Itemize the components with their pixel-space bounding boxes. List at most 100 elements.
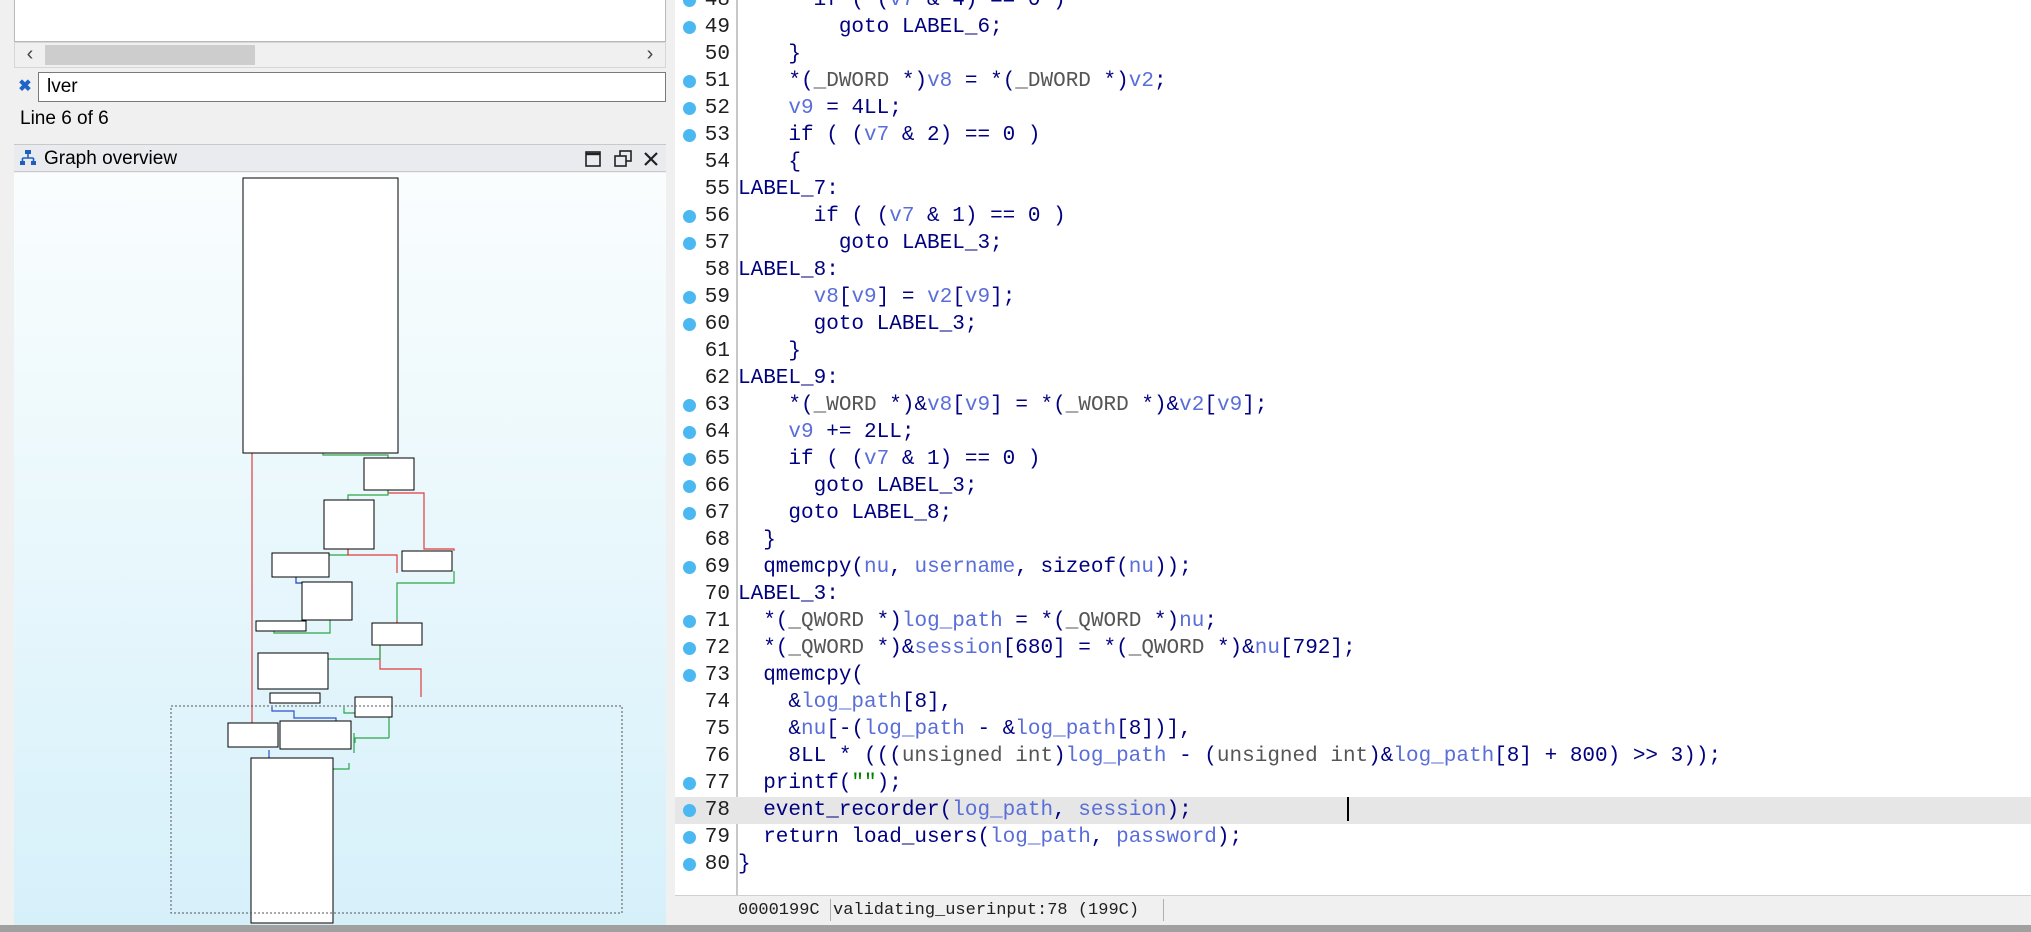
breakpoint-dot-icon[interactable] [683,669,696,682]
code-line[interactable]: 69 qmemcpy(nu, username, sizeof(nu)); [675,554,2031,581]
code-text[interactable]: { [738,149,801,176]
restore-icon[interactable] [612,148,634,170]
code-text[interactable]: } [738,41,801,68]
breakpoint-dot-icon[interactable] [683,777,696,790]
graph-node[interactable] [271,552,330,578]
code-line[interactable]: 77 printf(""); [675,770,2031,797]
code-line[interactable]: 60 goto LABEL_3; [675,311,2031,338]
graph-node[interactable] [401,550,453,572]
graph-node[interactable] [242,177,399,454]
code-text[interactable]: goto LABEL_3; [738,230,1003,257]
code-text[interactable]: &nu[-(log_path - &log_path[8])], [738,716,1191,743]
graph-node[interactable] [227,722,279,748]
code-line[interactable]: 68 } [675,527,2031,554]
code-line[interactable]: 78 event_recorder(log_path, session); [675,797,2031,824]
breakpoint-dot-icon[interactable] [683,615,696,628]
breakpoint-dot-icon[interactable] [683,0,696,7]
code-text[interactable]: } [738,851,751,878]
code-text[interactable]: goto LABEL_3; [738,311,978,338]
code-line[interactable]: 71 *(_QWORD *)log_path = *(_QWORD *)nu; [675,608,2031,635]
scroll-left-arrow-icon[interactable]: ‹ [15,43,45,67]
code-line[interactable]: 74 &log_path[8], [675,689,2031,716]
code-line[interactable]: 53 if ( (v7 & 2) == 0 ) [675,122,2031,149]
code-line[interactable]: 55 LABEL_7: [675,176,2031,203]
breakpoint-dot-icon[interactable] [683,318,696,331]
code-text[interactable]: *(_DWORD *)v8 = *(_DWORD *)v2; [738,68,1166,95]
breakpoint-dot-icon[interactable] [683,75,696,88]
code-text[interactable]: return load_users(log_path, password); [738,824,1242,851]
code-text[interactable]: } [738,338,801,365]
code-text[interactable]: LABEL_3: [738,581,839,608]
code-line[interactable]: 73 qmemcpy( [675,662,2031,689]
code-text[interactable]: if ( (v7 & 4) == 0 ) [738,0,1066,14]
pseudocode-view[interactable]: 48 if ( (v7 & 4) == 0 ) 49 goto LABEL_6; 5… [675,0,2031,895]
code-text[interactable]: goto LABEL_8; [738,500,952,527]
code-text[interactable]: } [738,527,776,554]
code-line[interactable]: 64 v9 += 2LL; [675,419,2031,446]
code-line[interactable]: 49 goto LABEL_6; [675,14,2031,41]
code-text[interactable]: if ( (v7 & 2) == 0 ) [738,122,1040,149]
graph-overview-canvas[interactable] [14,173,666,925]
graph-node[interactable] [363,457,415,491]
breakpoint-dot-icon[interactable] [683,480,696,493]
graph-node[interactable] [301,581,353,621]
breakpoint-dot-icon[interactable] [683,831,696,844]
function-list[interactable] [14,0,666,42]
code-text[interactable]: v9 = 4LL; [738,95,901,122]
code-text[interactable]: event_recorder(log_path, session); [738,797,1192,824]
breakpoint-dot-icon[interactable] [683,210,696,223]
code-text[interactable]: LABEL_8: [738,257,839,284]
maximize-icon[interactable] [582,148,604,170]
code-line[interactable]: 59 v8[v9] = v2[v9]; [675,284,2031,311]
breakpoint-dot-icon[interactable] [683,399,696,412]
code-text[interactable]: 8LL * (((unsigned int)log_path - (unsign… [738,743,1721,770]
code-line[interactable]: 75 &nu[-(log_path - &log_path[8])], [675,716,2031,743]
code-line[interactable]: 62 LABEL_9: [675,365,2031,392]
code-line[interactable]: 79 return load_users(log_path, password)… [675,824,2031,851]
code-line[interactable]: 67 goto LABEL_8; [675,500,2031,527]
code-text[interactable]: goto LABEL_6; [738,14,1003,41]
code-line[interactable]: 66 goto LABEL_3; [675,473,2031,500]
code-text[interactable]: v8[v9] = v2[v9]; [738,284,1016,311]
code-line[interactable]: 70 LABEL_3: [675,581,2031,608]
code-line[interactable]: 51 *(_DWORD *)v8 = *(_DWORD *)v2; [675,68,2031,95]
code-text[interactable]: printf(""); [738,770,902,797]
code-text[interactable]: v9 += 2LL; [738,419,914,446]
graph-node[interactable] [354,696,393,718]
breakpoint-dot-icon[interactable] [683,804,696,817]
code-text[interactable]: *(_QWORD *)&session[680] = *(_QWORD *)&n… [738,635,1355,662]
code-text[interactable]: qmemcpy(nu, username, sizeof(nu)); [738,554,1192,581]
breakpoint-dot-icon[interactable] [683,507,696,520]
breakpoint-dot-icon[interactable] [683,561,696,574]
filter-input[interactable] [38,72,666,102]
breakpoint-dot-icon[interactable] [683,426,696,439]
code-text[interactable]: goto LABEL_3; [738,473,978,500]
code-line[interactable]: 54 { [675,149,2031,176]
code-text[interactable]: if ( (v7 & 1) == 0 ) [738,203,1066,230]
scroll-right-arrow-icon[interactable]: › [635,43,665,67]
code-text[interactable]: *(_QWORD *)log_path = *(_QWORD *)nu; [738,608,1217,635]
breakpoint-dot-icon[interactable] [683,129,696,142]
scroll-thumb[interactable] [45,45,255,65]
graph-node[interactable] [269,692,321,704]
graph-node[interactable] [371,622,423,646]
code-line[interactable]: 52 v9 = 4LL; [675,95,2031,122]
horizontal-scrollbar[interactable]: ‹ › [14,42,666,68]
code-line[interactable]: 72 *(_QWORD *)&session[680] = *(_QWORD *… [675,635,2031,662]
graph-node[interactable] [250,757,334,924]
code-line[interactable]: 80} [675,851,2031,878]
code-text[interactable]: if ( (v7 & 1) == 0 ) [738,446,1040,473]
breakpoint-dot-icon[interactable] [683,102,696,115]
graph-node[interactable] [279,720,352,750]
clear-filter-icon[interactable]: ✖ [16,78,34,96]
breakpoint-dot-icon[interactable] [683,21,696,34]
close-icon[interactable] [640,148,662,170]
code-text[interactable]: qmemcpy( [738,662,864,689]
code-line[interactable]: 50 } [675,41,2031,68]
code-line[interactable]: 58 LABEL_8: [675,257,2031,284]
breakpoint-dot-icon[interactable] [683,453,696,466]
breakpoint-dot-icon[interactable] [683,858,696,871]
graph-node[interactable] [323,499,375,550]
code-line[interactable]: 56 if ( (v7 & 1) == 0 ) [675,203,2031,230]
code-line[interactable]: 57 goto LABEL_3; [675,230,2031,257]
